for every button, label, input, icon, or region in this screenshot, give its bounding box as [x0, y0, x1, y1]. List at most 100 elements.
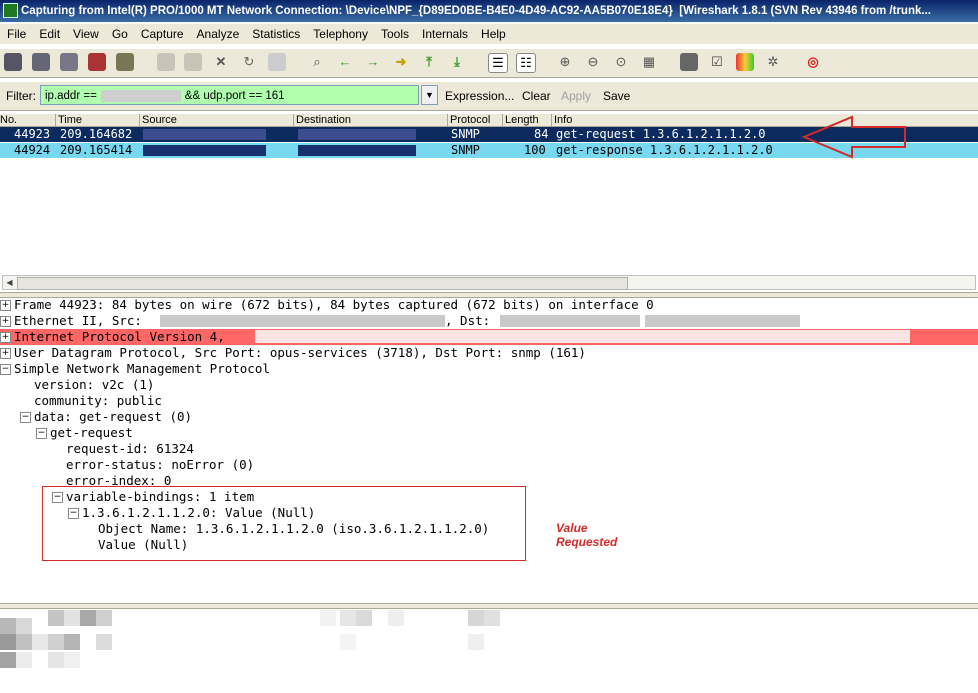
zoom-out-icon[interactable]: ⊖: [584, 53, 602, 71]
interface-list-icon[interactable]: [4, 53, 22, 71]
detail-get-request[interactable]: − get-request: [0, 425, 978, 441]
column-header-protocol[interactable]: Protocol: [447, 114, 490, 126]
scroll-left-icon[interactable]: ◀: [3, 276, 16, 289]
menu-view[interactable]: View: [73, 27, 99, 41]
go-to-packet-icon[interactable]: ➜: [392, 53, 410, 71]
menu-help[interactable]: Help: [481, 27, 506, 41]
redacted-bytes: [48, 610, 64, 626]
save-file-icon[interactable]: [184, 53, 202, 71]
menu-capture[interactable]: Capture: [141, 27, 184, 41]
detail-data[interactable]: − data: get-request (0): [0, 409, 978, 425]
redacted-bytes: [356, 610, 372, 626]
clear-button[interactable]: Clear: [522, 89, 551, 103]
expand-icon[interactable]: +: [0, 316, 11, 327]
pane-splitter[interactable]: [0, 603, 978, 609]
detail-version[interactable]: version: v2c (1): [0, 377, 978, 393]
help-icon[interactable]: ◎: [804, 53, 822, 71]
apply-button[interactable]: Apply: [561, 89, 591, 103]
column-header-info[interactable]: Info: [551, 114, 572, 126]
detail-community[interactable]: community: public: [0, 393, 978, 409]
go-first-icon[interactable]: ⤒: [420, 53, 438, 71]
menu-telephony[interactable]: Telephony: [313, 27, 368, 41]
display-filters-icon[interactable]: ☑: [708, 53, 726, 71]
redacted-destination: [298, 129, 416, 140]
zoom-in-icon[interactable]: ⊕: [556, 53, 574, 71]
go-last-icon[interactable]: ⤓: [448, 53, 466, 71]
detail-ethernet[interactable]: + Ethernet II, Src:, Dst:: [0, 313, 978, 329]
redacted-mac: [160, 315, 445, 327]
display-filter-input[interactable]: ip.addr == && udp.port == 161: [40, 85, 419, 105]
column-header-source[interactable]: Source: [139, 114, 177, 126]
menu-go[interactable]: Go: [112, 27, 128, 41]
preferences-icon[interactable]: ✲: [764, 53, 782, 71]
detail-ip[interactable]: + Internet Protocol Version 4,: [0, 329, 978, 345]
packet-list-hscrollbar[interactable]: ◀: [2, 275, 976, 290]
print-icon[interactable]: [268, 53, 286, 71]
capture-options-icon[interactable]: [32, 53, 50, 71]
redacted-bytes: [16, 652, 32, 668]
filter-history-dropdown[interactable]: ▼: [421, 85, 438, 105]
open-file-icon[interactable]: [157, 53, 175, 71]
expression-button[interactable]: Expression...: [445, 89, 514, 103]
window-title: Capturing from Intel(R) PRO/1000 MT Netw…: [21, 5, 673, 17]
redacted-bytes: [340, 610, 356, 626]
column-header-no[interactable]: No.: [0, 114, 17, 126]
collapse-icon[interactable]: −: [36, 428, 47, 439]
redacted-bytes: [0, 652, 16, 668]
expand-icon[interactable]: +: [0, 348, 11, 359]
redacted-bytes: [0, 618, 16, 634]
redacted-bytes: [16, 618, 32, 634]
packet-info: get-response 1.3.6.1.2.1.1.2.0: [556, 143, 773, 157]
close-file-icon[interactable]: ✕: [212, 53, 230, 71]
packet-time: 209.165414: [60, 143, 133, 157]
collapse-icon[interactable]: −: [20, 412, 31, 423]
detail-error-status[interactable]: error-status: noError (0): [0, 457, 978, 473]
detail-udp[interactable]: + User Datagram Protocol, Src Port: opus-…: [0, 345, 978, 361]
stop-capture-icon[interactable]: [88, 53, 106, 71]
capture-filters-icon[interactable]: [680, 53, 698, 71]
redacted-bytes: [320, 610, 336, 626]
auto-scroll-icon[interactable]: ☷: [516, 53, 536, 73]
column-header-length[interactable]: Length: [502, 114, 539, 126]
reload-icon[interactable]: ↻: [240, 53, 258, 71]
normal-size-icon[interactable]: ⊙: [612, 53, 630, 71]
packet-bytes-pane[interactable]: [0, 610, 978, 693]
filter-toolbar: Filter: ip.addr == && udp.port == 161 ▼ E…: [0, 82, 978, 111]
colorize-icon[interactable]: ☰: [488, 53, 508, 73]
expand-icon[interactable]: +: [0, 332, 11, 343]
annotation-arrow-icon: [801, 115, 906, 159]
menu-analyze[interactable]: Analyze: [197, 27, 240, 41]
go-forward-icon[interactable]: →: [364, 53, 382, 71]
menu-bar: File Edit View Go Capture Analyze Statistics Te…: [0, 24, 978, 44]
menu-edit[interactable]: Edit: [39, 27, 60, 41]
redacted-source: [143, 129, 266, 140]
annotation-label: Value Requested: [556, 521, 618, 549]
find-packet-icon[interactable]: ⌕: [308, 53, 326, 71]
detail-frame[interactable]: + Frame 44923: 84 bytes on wire (672 bits…: [0, 297, 978, 313]
column-header-destination[interactable]: Destination: [293, 114, 351, 126]
detail-snmp[interactable]: − Simple Network Management Protocol: [0, 361, 978, 377]
restart-capture-icon[interactable]: [116, 53, 134, 71]
expand-icon[interactable]: +: [0, 300, 11, 311]
resize-columns-icon[interactable]: ▦: [640, 53, 658, 71]
menu-tools[interactable]: Tools: [381, 27, 409, 41]
redacted-source: [143, 145, 266, 156]
menu-statistics[interactable]: Statistics: [252, 27, 300, 41]
filter-value-prefix: ip.addr ==: [45, 90, 97, 102]
redacted-bytes: [48, 652, 64, 668]
collapse-icon[interactable]: −: [0, 364, 11, 375]
redacted-bytes: [48, 634, 64, 650]
coloring-rules-icon[interactable]: [736, 53, 754, 71]
column-header-time[interactable]: Time: [55, 114, 82, 126]
menu-file[interactable]: File: [7, 27, 26, 41]
scroll-thumb[interactable]: [17, 277, 628, 290]
go-back-icon[interactable]: ←: [336, 53, 354, 71]
menu-internals[interactable]: Internals: [422, 27, 468, 41]
packet-no: 44924: [14, 143, 51, 157]
save-filter-button[interactable]: Save: [603, 89, 630, 103]
detail-request-id[interactable]: request-id: 61324: [0, 441, 978, 457]
redacted-bytes: [80, 610, 96, 626]
start-capture-icon[interactable]: [60, 53, 78, 71]
redacted-mac: [500, 315, 640, 327]
redacted-bytes: [468, 610, 484, 626]
